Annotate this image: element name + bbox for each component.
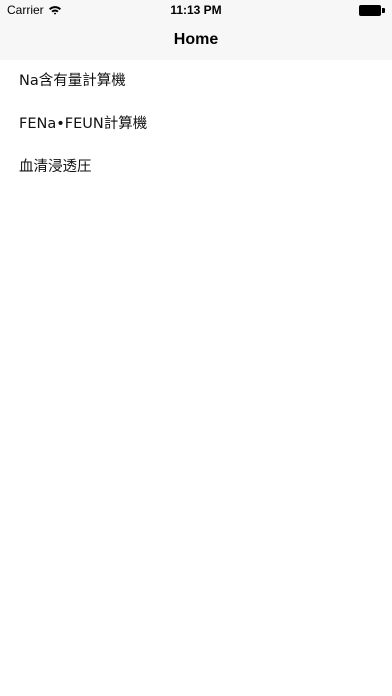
battery-body xyxy=(359,5,381,16)
menu-item-serum-osmolality[interactable]: 血清浸透圧 xyxy=(0,146,392,189)
app-screen: Carrier 11:13 PM Home Na含有量計算機 FENa•FEUN… xyxy=(0,0,392,696)
battery-full-icon xyxy=(359,5,385,16)
top-bar: Carrier 11:13 PM Home xyxy=(0,0,392,60)
status-bar: Carrier 11:13 PM xyxy=(0,0,392,20)
menu-list: Na含有量計算機 FENa•FEUN計算機 血清浸透圧 xyxy=(0,60,392,189)
navbar-title: Home xyxy=(173,31,219,48)
status-time: 11:13 PM xyxy=(170,3,222,17)
battery-cap xyxy=(382,8,385,13)
menu-item-fena-feun-calculator[interactable]: FENa•FEUN計算機 xyxy=(0,103,392,146)
menu-item-na-content-calculator[interactable]: Na含有量計算機 xyxy=(0,60,392,103)
